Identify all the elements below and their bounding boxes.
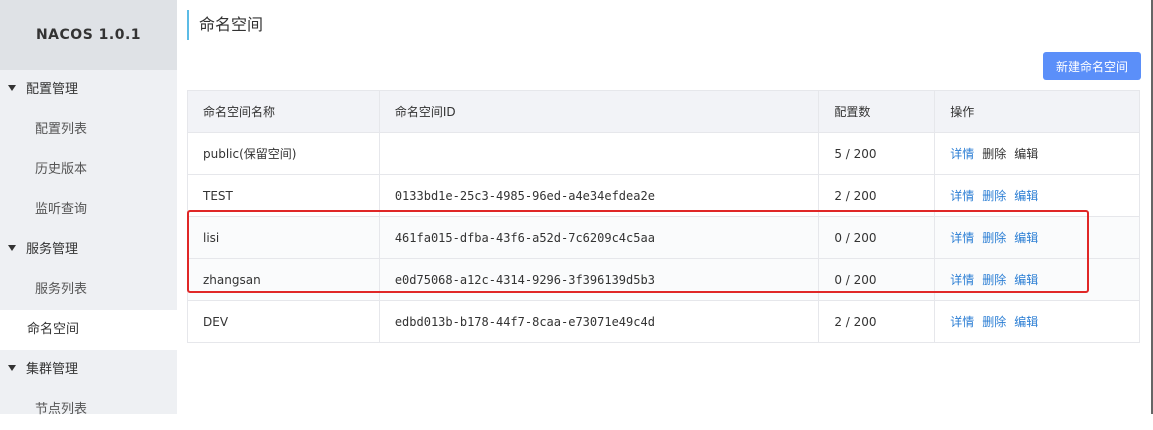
row-actions: 详情 删除 编辑 <box>934 216 1140 259</box>
edit-link[interactable]: 编辑 <box>1014 189 1038 203</box>
column-header-actions: 操作 <box>934 90 1140 133</box>
table-row: DEV edbd013b-b178-44f7-8caa-e73071e49c4d… <box>187 300 1140 343</box>
sidebar-item-namespace[interactable]: 命名空间 <box>0 310 177 350</box>
row-actions: 详情 删除 编辑 <box>934 132 1140 175</box>
table-header-row: 命名空间名称 命名空间ID 配置数 操作 <box>187 90 1140 133</box>
row-actions: 详情 删除 编辑 <box>934 174 1140 217</box>
sidebar-group-config[interactable]: 配置管理 <box>0 70 177 110</box>
config-count: 2 / 200 <box>818 174 936 217</box>
sidebar-group-cluster[interactable]: 集群管理 <box>0 350 177 390</box>
column-header-count: 配置数 <box>818 90 936 133</box>
caret-down-icon <box>8 244 16 251</box>
namespace-name: zhangsan <box>187 258 380 301</box>
new-namespace-button[interactable]: 新建命名空间 <box>1043 52 1141 80</box>
edit-link[interactable]: 编辑 <box>1014 231 1038 245</box>
main-content: 命名空间 新建命名空间 命名空间名称 命名空间ID 配置数 操作 public(… <box>177 0 1153 414</box>
delete-link[interactable]: 删除 <box>982 315 1006 329</box>
config-count: 5 / 200 <box>818 132 936 175</box>
edit-link[interactable]: 编辑 <box>1014 147 1038 161</box>
detail-link[interactable]: 详情 <box>950 315 974 329</box>
detail-link[interactable]: 详情 <box>950 189 974 203</box>
edit-link[interactable]: 编辑 <box>1014 315 1038 329</box>
sidebar-item-config-list[interactable]: 配置列表 <box>0 110 177 150</box>
sidebar: NACOS 1.0.1 配置管理 配置列表 历史版本 监听查询 服务管理 服务列… <box>0 0 177 417</box>
delete-link[interactable]: 删除 <box>982 189 1006 203</box>
sidebar-item-node-list[interactable]: 节点列表 <box>0 390 177 430</box>
sidebar-item-service-list[interactable]: 服务列表 <box>0 270 177 310</box>
namespace-name: DEV <box>187 300 380 343</box>
detail-link[interactable]: 详情 <box>950 231 974 245</box>
namespace-id <box>378 132 820 175</box>
delete-link[interactable]: 删除 <box>982 147 1006 161</box>
delete-link[interactable]: 删除 <box>982 273 1006 287</box>
namespace-id: edbd013b-b178-44f7-8caa-e73071e49c4d <box>378 300 820 343</box>
namespace-table: 命名空间名称 命名空间ID 配置数 操作 public(保留空间) 5 / 20… <box>187 90 1140 343</box>
namespace-id: 461fa015-dfba-43f6-a52d-7c6209c4c5aa <box>378 216 820 259</box>
namespace-name: public(保留空间) <box>187 132 380 175</box>
caret-down-icon <box>8 84 16 91</box>
sidebar-item-history[interactable]: 历史版本 <box>0 150 177 190</box>
sidebar-group-service[interactable]: 服务管理 <box>0 230 177 270</box>
row-actions: 详情 删除 编辑 <box>934 300 1140 343</box>
config-count: 0 / 200 <box>818 258 936 301</box>
namespace-id: 0133bd1e-25c3-4985-96ed-a4e34efdea2e <box>378 174 820 217</box>
page-title: 命名空间 <box>187 10 263 40</box>
column-header-name: 命名空间名称 <box>187 90 380 133</box>
config-count: 2 / 200 <box>818 300 936 343</box>
table-row: lisi 461fa015-dfba-43f6-a52d-7c6209c4c5a… <box>187 216 1140 259</box>
namespace-id: e0d75068-a12c-4314-9296-3f396139d5b3 <box>378 258 820 301</box>
delete-link[interactable]: 删除 <box>982 231 1006 245</box>
table-row: zhangsan e0d75068-a12c-4314-9296-3f39613… <box>187 258 1140 301</box>
column-header-id: 命名空间ID <box>378 90 820 133</box>
namespace-name: lisi <box>187 216 380 259</box>
detail-link[interactable]: 详情 <box>950 273 974 287</box>
row-actions: 详情 删除 编辑 <box>934 258 1140 301</box>
sidebar-group-label: 服务管理 <box>26 242 79 257</box>
sidebar-item-listener[interactable]: 监听查询 <box>0 190 177 230</box>
table-row: TEST 0133bd1e-25c3-4985-96ed-a4e34efdea2… <box>187 174 1140 217</box>
edit-link[interactable]: 编辑 <box>1014 273 1038 287</box>
caret-down-icon <box>8 364 16 371</box>
detail-link[interactable]: 详情 <box>950 147 974 161</box>
config-count: 0 / 200 <box>818 216 936 259</box>
table-row: public(保留空间) 5 / 200 详情 删除 编辑 <box>187 132 1140 175</box>
sidebar-group-label: 集群管理 <box>26 362 79 377</box>
app-logo: NACOS 1.0.1 <box>0 0 177 70</box>
sidebar-group-label: 配置管理 <box>26 82 79 97</box>
namespace-name: TEST <box>187 174 380 217</box>
